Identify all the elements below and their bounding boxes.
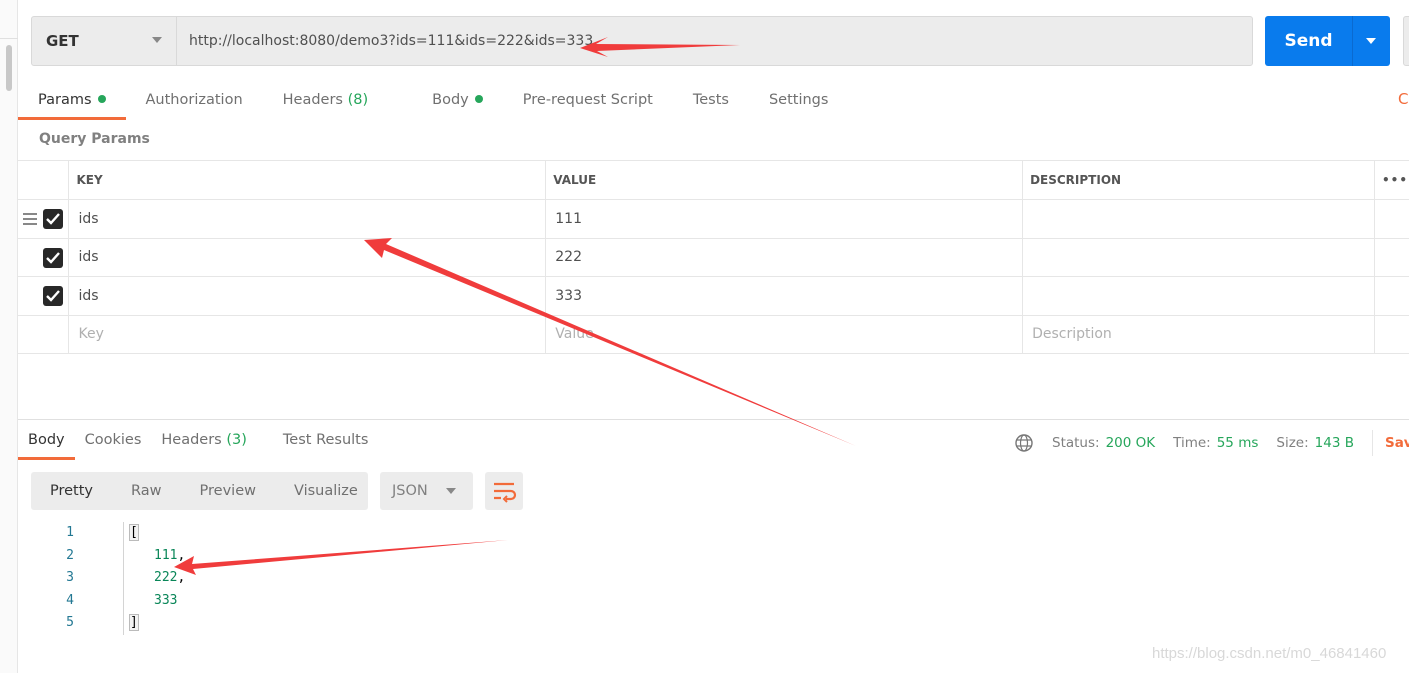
cookies-link[interactable]: C [1398, 90, 1408, 108]
tab-test-results[interactable]: Test Results [273, 426, 379, 460]
response-meta: Status: 200 OK Time: 55 ms Size: 143 B Save [1014, 430, 1409, 456]
chevron-down-icon [152, 37, 162, 43]
new-key-input[interactable]: Key [68, 314, 547, 354]
column-value: VALUE [545, 160, 1024, 200]
column-description: DESCRIPTION [1022, 160, 1375, 200]
send-label: Send [1265, 16, 1353, 66]
format-select[interactable]: JSON [380, 472, 473, 510]
param-key[interactable]: ids [68, 199, 547, 239]
table-row: ids 333 [18, 276, 1409, 316]
status-value: 200 OK [1105, 435, 1156, 451]
code-line: 1[ [40, 522, 185, 545]
code-line: 3 222, [40, 567, 185, 590]
row-checkbox[interactable] [43, 286, 63, 306]
tab-headers[interactable]: Headers (8) [263, 86, 413, 120]
request-tabs: Params Authorization Headers (8) Body Pr… [18, 86, 848, 120]
tab-tests[interactable]: Tests [673, 86, 749, 120]
param-key[interactable]: ids [68, 237, 547, 277]
code-line: 2 111, [40, 544, 185, 567]
tab-pre-request-script[interactable]: Pre-request Script [503, 86, 673, 120]
param-value[interactable]: 111 [545, 199, 1024, 239]
time-label: Time: [1173, 435, 1211, 451]
param-value[interactable]: 333 [545, 276, 1024, 316]
url-input[interactable]: http://localhost:8080/demo3?ids=111&ids=… [176, 16, 1253, 66]
view-pretty[interactable]: Pretty [31, 483, 112, 499]
active-dot-icon [97, 95, 106, 103]
view-visualize[interactable]: Visualize [275, 483, 377, 499]
time-value: 55 ms [1216, 435, 1259, 451]
code-line: 5] [40, 612, 185, 635]
query-params-table: KEY VALUE DESCRIPTION ••• ids 111 ids 22… [18, 160, 1409, 354]
active-dot-icon [474, 95, 483, 103]
response-body-code[interactable]: 1[ 2 111, 3 222, 4 333 5] [40, 522, 185, 635]
status-label: Status: [1052, 435, 1100, 451]
method-select[interactable]: GET [31, 16, 177, 66]
tab-cookies[interactable]: Cookies [75, 426, 152, 460]
query-params-title: Query Params [39, 131, 150, 147]
table-row: ids 222 [18, 237, 1409, 277]
param-key[interactable]: ids [68, 276, 547, 316]
response-tabs: Body Cookies Headers (3) Test Results [18, 426, 378, 460]
scrollbar[interactable] [6, 45, 12, 91]
param-value[interactable]: 222 [545, 237, 1024, 277]
code-line: 4 333 [40, 589, 185, 612]
tab-response-body[interactable]: Body [18, 426, 75, 460]
param-description[interactable] [1022, 276, 1375, 316]
left-sidebar-edge [0, 0, 18, 673]
view-mode-group: Pretty Raw Preview Visualize [31, 472, 368, 510]
globe-icon[interactable] [1014, 433, 1034, 453]
send-button[interactable]: Send [1265, 16, 1390, 66]
column-key: KEY [68, 160, 547, 200]
save-request-button[interactable] [1403, 16, 1409, 66]
param-description[interactable] [1022, 237, 1375, 277]
watermark: https://blog.csdn.net/m0_46841460 [1152, 645, 1387, 662]
row-checkbox[interactable] [43, 247, 63, 268]
drag-handle-icon[interactable] [23, 213, 37, 228]
table-row: ids 111 [18, 199, 1409, 239]
row-checkbox[interactable] [43, 209, 63, 229]
size-value: 143 B [1314, 435, 1354, 451]
view-raw[interactable]: Raw [112, 483, 181, 499]
save-response-button[interactable]: Save [1371, 430, 1409, 456]
annotation-arrow [174, 540, 508, 575]
view-preview[interactable]: Preview [181, 483, 275, 499]
tab-params[interactable]: Params [18, 86, 126, 120]
new-value-input[interactable]: Value [545, 314, 1024, 354]
format-label: JSON [392, 483, 428, 499]
param-description[interactable] [1022, 199, 1375, 239]
more-options-icon[interactable]: ••• [1373, 160, 1409, 200]
tab-authorization[interactable]: Authorization [126, 86, 263, 120]
chevron-down-icon [446, 488, 456, 494]
method-label: GET [46, 32, 79, 50]
size-label: Size: [1276, 435, 1309, 451]
send-options-dropdown[interactable] [1353, 16, 1390, 66]
tab-body[interactable]: Body [412, 86, 503, 120]
wrap-icon [494, 482, 517, 503]
tab-response-headers[interactable]: Headers (3) [151, 426, 273, 460]
pane-divider[interactable] [18, 419, 1409, 420]
chevron-down-icon [1366, 38, 1376, 44]
table-row-new: Key Value Description [18, 314, 1409, 354]
tab-settings[interactable]: Settings [749, 86, 848, 120]
wrap-lines-button[interactable] [485, 472, 523, 510]
new-description-input[interactable]: Description [1022, 314, 1375, 354]
